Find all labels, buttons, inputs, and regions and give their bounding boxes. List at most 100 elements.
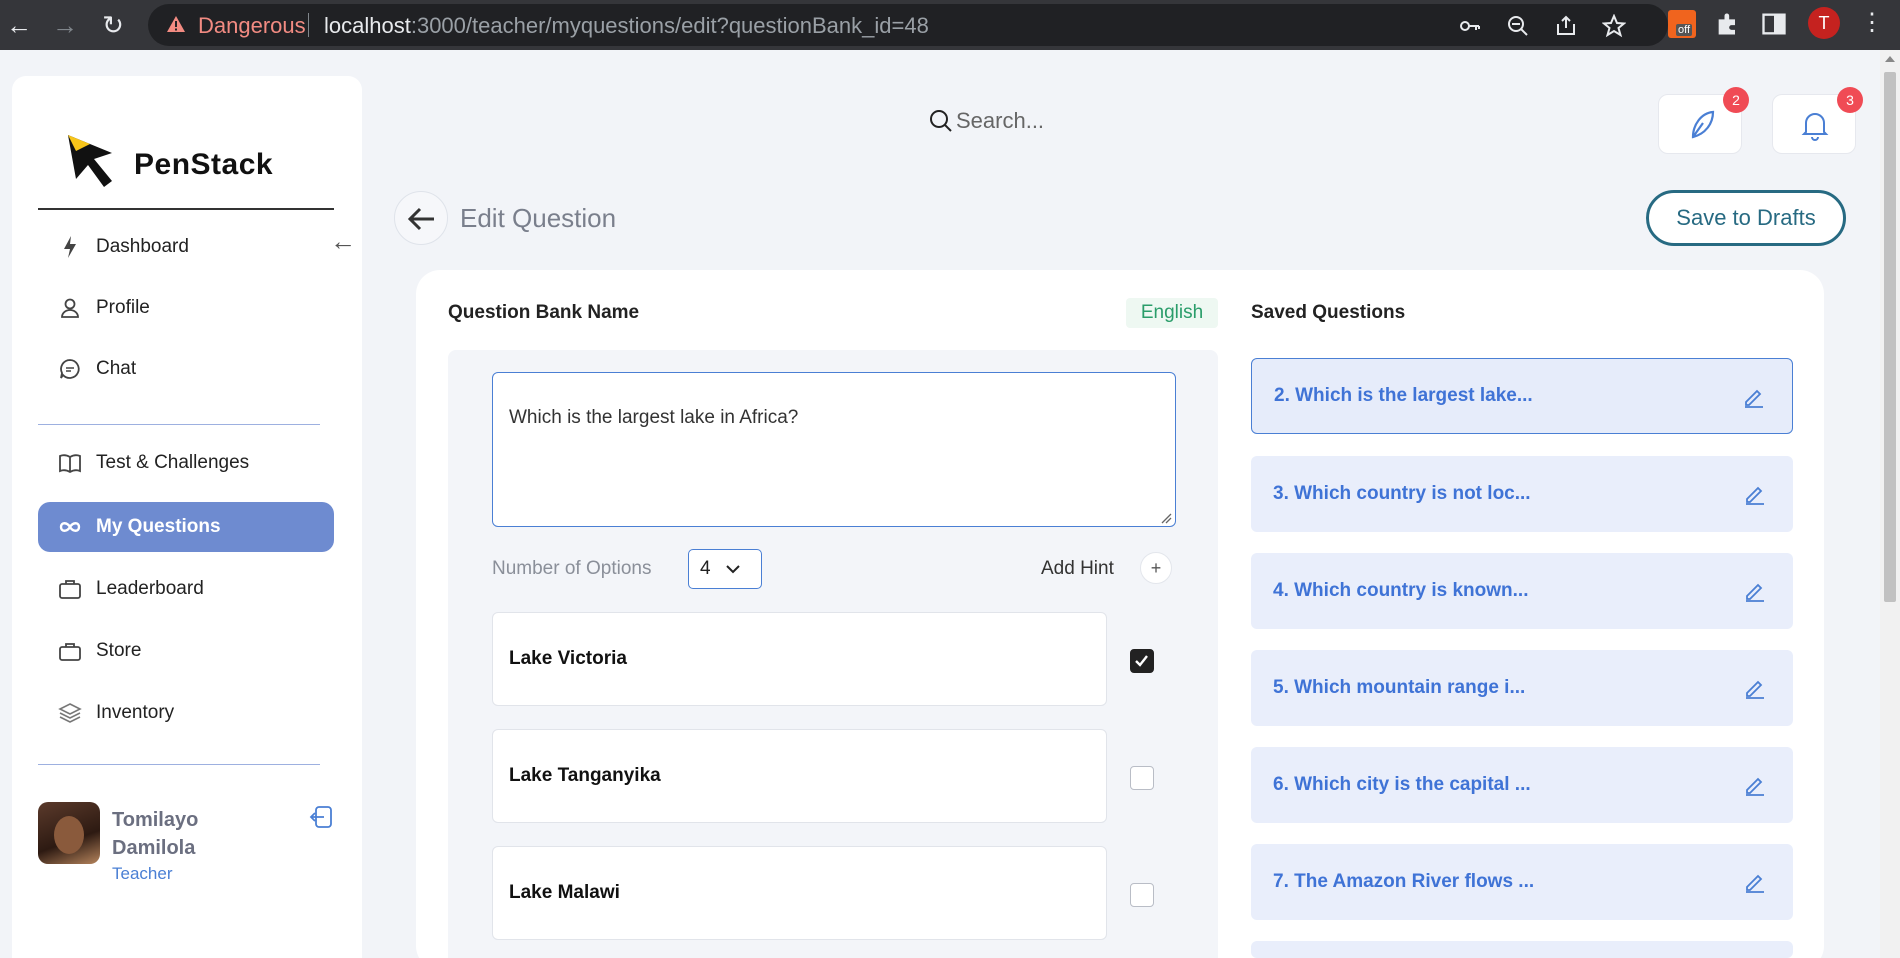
number-of-options-value: 4 (700, 558, 711, 579)
zoom-out-icon[interactable] (1506, 14, 1530, 38)
search-placeholder: Search... (956, 108, 1045, 133)
edit-icon[interactable] (1743, 773, 1767, 797)
edit-icon[interactable] (1742, 385, 1766, 409)
save-to-drafts-button[interactable]: Save to Drafts (1646, 190, 1846, 246)
sidebar-item-label: Dashboard (96, 236, 189, 257)
correct-answer-checkbox[interactable] (1130, 649, 1154, 673)
saved-question-text: 6. Which city is the capital ... (1273, 774, 1531, 795)
saved-question-text: 2. Which is the largest lake... (1274, 385, 1533, 406)
sidebar-item-leaderboard[interactable]: Leaderboard (38, 564, 334, 614)
search-input[interactable]: Search... (928, 108, 1044, 134)
cursor-logo-icon (68, 135, 112, 187)
more-menu-icon[interactable]: ⋮ (1860, 8, 1884, 38)
divider (308, 13, 309, 37)
divider (38, 424, 320, 425)
user-name: Tomilayo Damilola (112, 809, 199, 859)
url-text[interactable]: localhost:3000/teacher/myquestions/edit?… (324, 13, 929, 39)
puzzle-icon[interactable] (1714, 10, 1742, 38)
lightning-icon (58, 235, 82, 259)
bell-icon (1801, 113, 1829, 141)
brand-name: PenStack (134, 148, 274, 181)
number-of-options-select[interactable]: 4 (688, 549, 762, 589)
sidebar-item-my-questions[interactable]: My Questions (38, 502, 334, 552)
arrow-left-icon (407, 207, 434, 231)
quill-button[interactable]: 2 (1658, 87, 1749, 154)
edit-icon[interactable] (1743, 870, 1767, 894)
scroll-up-icon[interactable] (1885, 56, 1895, 62)
extension-off-label: off (1676, 24, 1693, 36)
key-icon[interactable] (1458, 14, 1482, 38)
option-text: Lake Victoria (509, 648, 627, 669)
briefcase-icon (58, 577, 82, 601)
browser-profile-avatar[interactable]: T (1808, 7, 1840, 39)
reload-icon[interactable]: ↻ (96, 8, 130, 42)
option-field[interactable]: Lake Tanganyika (492, 729, 1107, 823)
chat-icon (58, 357, 82, 381)
saved-question-item[interactable]: 5. Which mountain range i... (1251, 650, 1793, 726)
star-icon[interactable] (1602, 14, 1626, 38)
book-icon (58, 451, 82, 475)
sidebar-item-label: Profile (96, 297, 150, 318)
back-arrow-icon[interactable]: ← (2, 8, 36, 42)
browser-toolbar: ← → ↻ Dangerous localhost:3000/teacher/m… (0, 0, 1900, 50)
saved-question-item[interactable] (1251, 941, 1793, 958)
extension-icon[interactable]: off (1668, 10, 1696, 38)
share-icon[interactable] (1554, 14, 1578, 38)
sidebar-item-profile[interactable]: Profile (38, 283, 334, 333)
logo[interactable]: PenStack (62, 131, 362, 191)
saved-question-text: 7. The Amazon River flows ... (1273, 871, 1535, 892)
edit-icon[interactable] (1743, 676, 1767, 700)
layers-icon (58, 701, 82, 725)
page-scrollbar[interactable] (1880, 50, 1900, 958)
option-field[interactable]: Lake Malawi (492, 846, 1107, 940)
side-panel-icon[interactable] (1760, 10, 1788, 38)
saved-question-item[interactable]: 3. Which country is not loc... (1251, 456, 1793, 532)
number-of-options-label: Number of Options (492, 558, 652, 579)
collapse-sidebar-icon[interactable]: ← (330, 226, 360, 256)
correct-answer-checkbox[interactable] (1130, 883, 1154, 907)
edit-icon[interactable] (1743, 482, 1767, 506)
user-card: Tomilayo Damilola Teacher (38, 802, 338, 892)
page-title: Edit Question (460, 203, 617, 233)
edit-icon[interactable] (1743, 579, 1767, 603)
saved-question-item[interactable]: 7. The Amazon River flows ... (1251, 844, 1793, 920)
avatar (38, 802, 100, 864)
add-hint-button[interactable]: + (1140, 552, 1172, 584)
chevron-down-icon (725, 565, 740, 574)
user-role: Teacher (112, 864, 173, 883)
saved-question-text: 5. Which mountain range i... (1273, 677, 1526, 698)
language-badge[interactable]: English (1126, 298, 1218, 328)
option-text: Lake Tanganyika (509, 765, 661, 786)
saved-question-item[interactable]: 2. Which is the largest lake... (1251, 358, 1793, 434)
divider (38, 208, 334, 210)
sidebar-item-label: My Questions (96, 516, 221, 537)
sidebar-item-label: Chat (96, 358, 137, 379)
correct-answer-checkbox[interactable] (1130, 766, 1154, 790)
sidebar-item-dashboard[interactable]: Dashboard (38, 222, 334, 272)
back-button[interactable] (394, 191, 448, 245)
sidebar-item-label: Inventory (96, 702, 175, 723)
saved-question-item[interactable]: 6. Which city is the capital ... (1251, 747, 1793, 823)
sidebar-item-inventory[interactable]: Inventory (38, 688, 334, 738)
question-textarea[interactable]: Which is the largest lake in Africa? (492, 372, 1176, 527)
infinity-icon (58, 515, 82, 539)
sidebar-item-store[interactable]: Store (38, 626, 334, 676)
sidebar-item-chat[interactable]: Chat (38, 344, 334, 394)
option-field[interactable]: Lake Victoria (492, 612, 1107, 706)
sidebar-item-label: Store (96, 640, 142, 661)
logout-icon[interactable] (308, 804, 334, 830)
address-bar[interactable]: Dangerous localhost:3000/teacher/myquest… (148, 4, 1668, 46)
saved-question-item[interactable]: 4. Which country is known... (1251, 553, 1793, 629)
checkmark-icon (1135, 655, 1148, 667)
scrollbar-thumb[interactable] (1884, 72, 1896, 602)
resize-grip-icon[interactable] (1160, 512, 1172, 524)
bag-icon (58, 639, 82, 663)
notifications-button[interactable]: 3 (1772, 87, 1863, 154)
warning-icon (167, 16, 185, 32)
divider (38, 764, 320, 765)
search-icon (930, 110, 952, 132)
forward-arrow-icon[interactable]: → (48, 8, 82, 42)
question-bank-name-label: Question Bank Name (448, 302, 640, 323)
notification-badge: 3 (1837, 87, 1863, 113)
sidebar-item-test-challenges[interactable]: Test & Challenges (38, 438, 334, 488)
